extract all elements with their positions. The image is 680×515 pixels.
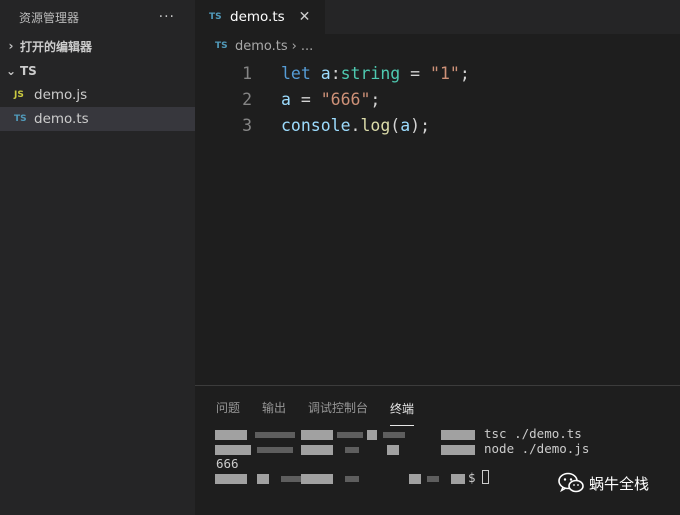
terminal-line: tsc ./demo.ts — [484, 426, 582, 441]
redacted-text — [387, 445, 399, 455]
line-source: let a:string = "1"; — [252, 64, 470, 83]
file-item-demo-ts[interactable]: TS demo.ts — [0, 107, 195, 131]
breadcrumb-file[interactable]: demo.ts — [235, 39, 288, 54]
line-number: 2 — [242, 89, 252, 109]
variable-token: a — [281, 89, 291, 109]
open-editors-label: 打开的编辑器 — [20, 39, 93, 54]
terminal-line: 666 — [216, 456, 239, 471]
punct-token: ( — [390, 115, 401, 135]
redacted-text — [301, 474, 333, 484]
tab-output[interactable]: 输出 — [262, 399, 286, 426]
file-name: demo.ts — [34, 111, 89, 127]
redacted-text — [427, 476, 439, 482]
terminal-cursor — [481, 470, 489, 484]
redacted-text — [257, 447, 293, 453]
code-line: 1 let a:string = "1"; — [195, 60, 680, 86]
terminal-output: 666 — [216, 456, 239, 471]
file-item-demo-js[interactable]: JS demo.js — [0, 83, 195, 107]
redacted-text — [441, 430, 475, 440]
explorer-title: 资源管理器 — [19, 10, 80, 25]
punct-token: ; — [370, 89, 381, 109]
redacted-text — [451, 474, 465, 484]
line-number: 1 — [242, 63, 252, 83]
terminal-prompt: $ — [468, 470, 476, 485]
function-token: log — [360, 115, 391, 135]
file-name: demo.js — [34, 87, 88, 103]
chevron-down-icon: ⌄ — [5, 64, 17, 78]
redacted-text — [337, 432, 363, 438]
operator-token: = — [400, 63, 431, 83]
operator-token: = — [290, 89, 321, 109]
redacted-text — [215, 445, 251, 455]
folder-label: TS — [20, 64, 37, 78]
variable-token: a — [320, 63, 331, 83]
explorer-sidebar: 资源管理器 ··· › 打开的编辑器 ⌄ TS JS demo.js TS de… — [0, 0, 195, 515]
close-icon[interactable]: ✕ — [299, 9, 311, 25]
punct-token: ); — [410, 115, 431, 135]
redacted-text — [215, 474, 247, 484]
punct-token: ; — [459, 63, 470, 83]
line-source: a = "666"; — [252, 90, 380, 109]
tab-label: demo.ts — [230, 9, 285, 25]
redacted-text — [345, 476, 359, 482]
tab-problems[interactable]: 问题 — [216, 399, 240, 426]
string-token: "666" — [320, 89, 371, 109]
breadcrumb-more[interactable]: ... — [301, 39, 313, 54]
redacted-text — [367, 430, 377, 440]
punct-token: : — [330, 63, 341, 83]
redacted-text — [409, 474, 421, 484]
tab-debug-console[interactable]: 调试控制台 — [308, 399, 368, 426]
redacted-text — [257, 474, 269, 484]
tab-demo-ts[interactable]: TS demo.ts ✕ — [195, 0, 325, 34]
bottom-panel: 问题 输出 调试控制台 终端 tsc ./demo.ts node ./demo… — [195, 385, 680, 515]
js-file-icon: JS — [14, 90, 24, 100]
folder-section-ts[interactable]: ⌄ TS — [0, 59, 195, 83]
ts-file-icon: TS — [209, 12, 222, 22]
redacted-text — [215, 430, 247, 440]
terminal-line: node ./demo.js — [484, 441, 589, 456]
keyword-token: let — [281, 63, 311, 83]
object-token: console — [281, 115, 351, 135]
editor-tab-bar: TS demo.ts ✕ — [195, 0, 680, 34]
explorer-header: 资源管理器 ··· — [0, 0, 195, 34]
wechat-icon — [558, 472, 584, 493]
editor-area: TS demo.ts ✕ TS demo.ts › ... 1 let a:st… — [195, 0, 680, 385]
watermark: 蜗牛全栈 — [557, 471, 649, 495]
terminal-command: tsc ./demo.ts — [484, 426, 582, 441]
terminal-command: node ./demo.js — [484, 441, 590, 456]
panel-tab-bar: 问题 输出 调试控制台 终端 — [195, 386, 680, 426]
ts-file-icon: TS — [14, 114, 27, 124]
code-line: 2 a = "666"; — [195, 86, 680, 112]
redacted-text — [441, 445, 475, 455]
terminal-line: $ — [468, 470, 489, 485]
redacted-text — [301, 445, 333, 455]
punct-token: . — [350, 115, 361, 135]
redacted-text — [383, 432, 405, 438]
variable-token: a — [400, 115, 411, 135]
line-number: 3 — [242, 115, 252, 135]
ts-file-icon: TS — [215, 41, 228, 51]
string-token: "1" — [430, 63, 460, 83]
watermark-text: 蜗牛全栈 — [589, 474, 650, 493]
tab-terminal[interactable]: 终端 — [390, 400, 415, 426]
redacted-text — [255, 432, 295, 438]
breadcrumb: TS demo.ts › ... — [195, 34, 680, 58]
redacted-text — [301, 430, 333, 440]
line-source: console.log(a); — [252, 116, 430, 135]
redacted-text — [281, 476, 301, 482]
more-actions-icon[interactable]: ··· — [159, 10, 175, 24]
chevron-right-icon: › — [291, 38, 297, 54]
chevron-right-icon: › — [8, 39, 14, 53]
code-line: 3 console.log(a); — [195, 112, 680, 138]
open-editors-section[interactable]: › 打开的编辑器 — [0, 34, 195, 58]
redacted-text — [345, 447, 359, 453]
type-token: string — [340, 63, 401, 83]
code-editor[interactable]: 1 let a:string = "1"; 2 a = "666"; 3 con… — [195, 60, 680, 138]
